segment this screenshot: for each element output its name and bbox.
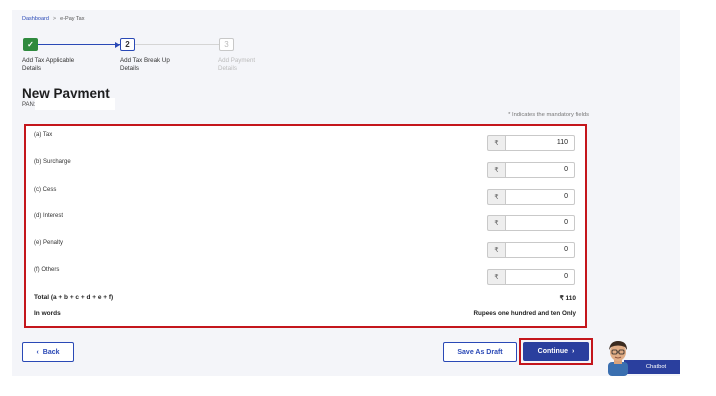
back-button[interactable]: ‹ Back	[22, 342, 74, 362]
stepper-line-pending	[135, 44, 219, 45]
breadcrumb-dashboard-link[interactable]: Dashboard	[22, 16, 49, 22]
mandatory-note: * Indicates the mandatory fields	[508, 112, 589, 118]
breadcrumb-separator: >	[52, 16, 57, 22]
step-2-label: Add Tax Break Up Details	[120, 57, 200, 73]
in-words-label: In words	[34, 310, 61, 317]
row-label-others: (f) Others	[34, 267, 60, 273]
chevron-right-icon: ›	[571, 348, 575, 355]
step-3-label: Add Payment Details	[218, 57, 298, 73]
step-3-label-line2: Details	[218, 65, 237, 72]
others-input[interactable]: 0	[505, 269, 575, 285]
chatbot-button[interactable]: Chatbot	[624, 360, 680, 374]
row-label-cess: (c) Cess	[34, 187, 57, 193]
step-3-label-line1: Add Payment	[218, 57, 256, 64]
rupee-icon: ₹	[487, 189, 505, 205]
breadcrumb-current: e-Pay Tax	[60, 16, 85, 22]
continue-button-label: Continue	[537, 348, 568, 355]
step-3-indicator: 3	[219, 38, 234, 51]
row-label-interest: (d) Interest	[34, 213, 64, 219]
step-2-indicator: 2	[120, 38, 135, 51]
rupee-icon: ₹	[487, 162, 505, 178]
chevron-left-icon: ‹	[36, 348, 39, 356]
rupee-icon: ₹	[487, 242, 505, 258]
tax-input[interactable]: 110	[505, 135, 575, 151]
rupee-icon: ₹	[487, 135, 505, 151]
row-label-penalty: (e) Penalty	[34, 240, 64, 246]
continue-button[interactable]: Continue ›	[523, 342, 589, 361]
step-2-label-line2: Details	[120, 65, 139, 72]
pan-redaction	[35, 98, 115, 110]
stepper-line-completed	[38, 44, 120, 45]
step-2-label-line1: Add Tax Break Up	[120, 57, 170, 64]
rupee-icon: ₹	[487, 215, 505, 231]
chatbot-avatar-icon[interactable]	[602, 338, 632, 376]
step-1-label-line1: Add Tax Applicable	[22, 57, 75, 64]
row-label-surcharge: (b) Surcharge	[34, 159, 71, 165]
step-1-label: Add Tax Applicable Details	[22, 57, 102, 73]
row-label-tax: (a) Tax	[34, 132, 53, 138]
step-1-check-icon: ✓	[23, 38, 38, 51]
in-words-value: Rupees one hundred and ten Only	[473, 310, 576, 317]
total-value: ₹ 110	[559, 295, 576, 302]
back-button-label: Back	[42, 348, 60, 356]
interest-input[interactable]: 0	[505, 215, 575, 231]
step-1-label-line2: Details	[22, 65, 41, 72]
total-label: Total (a + b + c + d + e + f)	[34, 294, 114, 301]
surcharge-input[interactable]: 0	[505, 162, 575, 178]
save-as-draft-button[interactable]: Save As Draft	[443, 342, 517, 362]
pan-label: PAN:	[22, 102, 36, 108]
rupee-icon: ₹	[487, 269, 505, 285]
cess-input[interactable]: 0	[505, 189, 575, 205]
penalty-input[interactable]: 0	[505, 242, 575, 258]
breadcrumb: Dashboard > e-Pay Tax	[22, 16, 85, 22]
